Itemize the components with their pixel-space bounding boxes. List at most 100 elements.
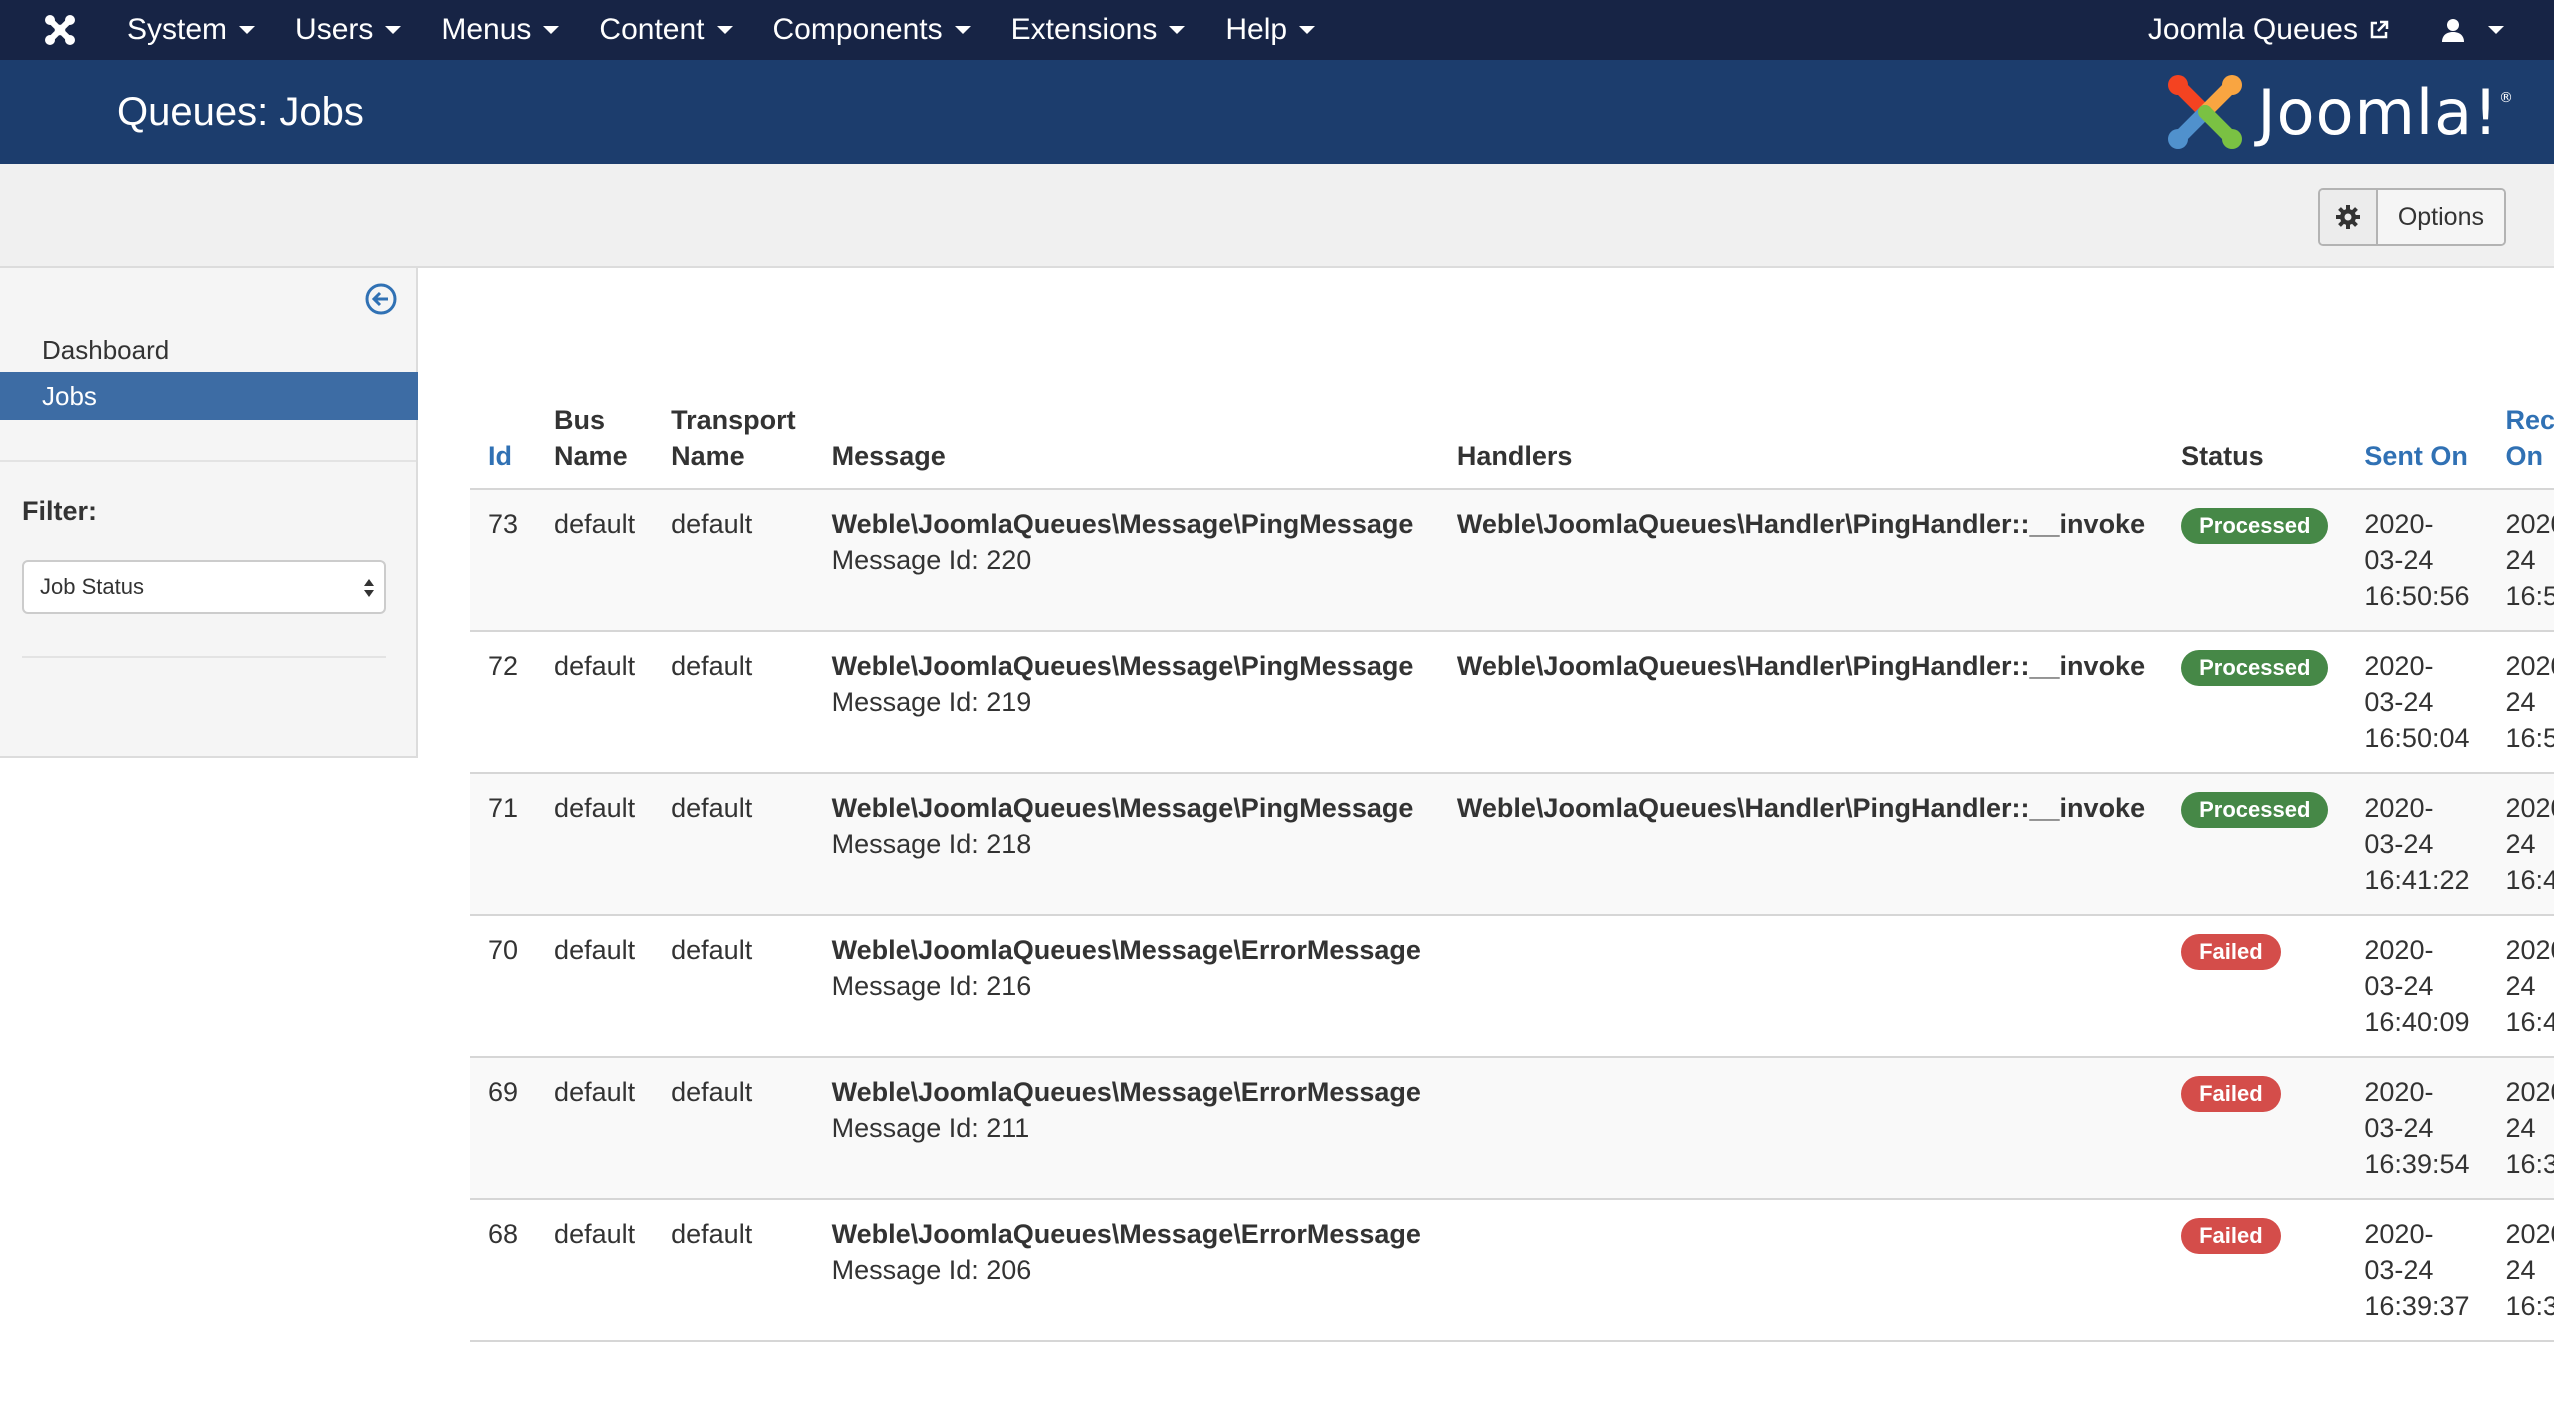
cell-bus: default [536,773,654,916]
cell-transport: default [653,773,814,916]
menu-help[interactable]: Help [1205,13,1335,47]
filter-label: Filter: [22,496,98,526]
cell-sent-on: 2020-03-24 16:39:54 [2346,1057,2488,1200]
message-class: Weble\JoomlaQueues\Message\ErrorMessage [831,1219,1421,1249]
cell-received-on: 2020-03-24 16:40:09 [2487,915,2554,1058]
message-class: Weble\JoomlaQueues\Message\ErrorMessage [831,935,1421,965]
cell-status: Failed [2163,1199,2347,1342]
cell-status: Processed [2163,631,2347,774]
site-link[interactable]: Joomla Queues [2148,13,2440,47]
column-header-id[interactable]: Id [470,390,537,490]
cell-received-on: 2020-03-24 16:39:54 [2487,1057,2554,1200]
cell-id: 71 [470,773,537,916]
message-class: Weble\JoomlaQueues\Message\PingMessage [831,651,1414,681]
cell-status: Failed [2163,915,2347,1058]
gear-icon [2319,190,2378,244]
sidebar-item-dashboard[interactable]: Dashboard [0,326,418,374]
cell-handler [1438,1199,2164,1342]
message-class: Weble\JoomlaQueues\Message\PingMessage [831,793,1414,823]
cell-sent-on: 2020-03-24 16:50:04 [2346,631,2488,774]
cell-received-on: 2020-03-24 16:50:04 [2487,631,2554,774]
message-id: Message Id: 211 [831,1113,1030,1143]
cell-status: Failed [2163,1057,2347,1200]
message-class: Weble\JoomlaQueues\Message\PingMessage [831,509,1414,539]
job-status-select-value: Job Status [40,574,144,599]
site-link-label: Joomla Queues [2147,13,2358,46]
joomla-logo-icon[interactable] [43,13,77,47]
message-id: Message Id: 220 [831,545,1032,575]
external-link-icon [2370,20,2389,39]
cell-message: Weble\JoomlaQueues\Message\ErrorMessage M… [813,1057,1439,1200]
cell-bus: default [536,1199,654,1342]
menu-content[interactable]: Content [579,13,752,47]
cell-received-on: 2020-03-24 16:39:37 [2487,1199,2554,1342]
cell-handler [1438,1057,2164,1200]
status-badge: Processed [2181,650,2329,686]
cell-handler: Weble\JoomlaQueues\Handler\PingHandler::… [1438,631,2164,774]
menu-components[interactable]: Components [753,13,991,47]
status-badge: Processed [2181,792,2329,828]
cell-transport: default [653,1057,814,1200]
column-header-sent-on[interactable]: Sent On [2346,390,2488,490]
column-header-bus-name: Bus Name [536,390,654,490]
sidebar-item-jobs[interactable]: Jobs [0,372,418,420]
cell-id: 72 [470,631,537,774]
message-id: Message Id: 219 [831,687,1032,717]
select-arrows-icon [364,579,374,597]
menu-label: Content [599,13,705,46]
table-row: 71 default default Weble\JoomlaQueues\Me… [470,773,2554,916]
options-label: Options [2377,190,2504,244]
cell-received-on: 2020-03-24 16:41:22 [2487,773,2554,916]
joomla-brand: Joomla!® [2163,70,2514,154]
caret-down-icon [1169,26,1186,34]
collapse-sidebar-icon[interactable] [364,282,398,316]
caret-down-icon [543,26,560,34]
brand-wordmark: Joomla!® [2257,75,2514,149]
cell-id: 69 [470,1057,537,1200]
cell-handler [1438,915,2164,1058]
message-id: Message Id: 216 [831,971,1032,1001]
message-id: Message Id: 218 [831,829,1032,859]
options-button[interactable]: Options [2317,188,2506,246]
menu-label: Users [295,13,374,46]
job-status-select[interactable]: Job Status [22,560,386,614]
caret-down-icon [954,26,971,34]
column-header-received-on[interactable]: Received On [2487,390,2554,490]
caret-down-icon [716,26,733,34]
user-icon [2442,19,2464,42]
table-row: 73 default default Weble\JoomlaQueues\Me… [470,489,2554,632]
cell-sent-on: 2020-03-24 16:40:09 [2346,915,2488,1058]
column-header-status: Status [2163,390,2347,490]
user-menu[interactable] [2440,17,2554,43]
cell-transport: default [653,631,814,774]
column-header-transport-name: Transport Name [653,390,814,490]
menu-users[interactable]: Users [275,13,421,47]
caret-down-icon [2488,26,2504,34]
table-row: 70 default default Weble\JoomlaQueues\Me… [470,915,2554,1058]
caret-down-icon [385,26,402,34]
message-class: Weble\JoomlaQueues\Message\ErrorMessage [831,1077,1421,1107]
cell-status: Processed [2163,489,2347,632]
jobs-table: Id Bus Name Transport Name Message Handl… [470,390,2554,1342]
cell-id: 73 [470,489,537,632]
brand-label: Joomla! [2257,75,2499,149]
cell-bus: default [536,631,654,774]
table-row: 69 default default Weble\JoomlaQueues\Me… [470,1057,2554,1200]
cell-handler: Weble\JoomlaQueues\Handler\PingHandler::… [1438,489,2164,632]
cell-message: Weble\JoomlaQueues\Message\ErrorMessage M… [813,1199,1439,1342]
status-badge: Processed [2181,508,2329,544]
jobs-table-container: Id Bus Name Transport Name Message Handl… [470,390,2554,1342]
sidebar: Dashboard Jobs Filter: Job Status [0,268,418,758]
main-menu: System Users Menus Content Components Ex… [107,13,1335,47]
cell-message: Weble\JoomlaQueues\Message\ErrorMessage M… [813,915,1439,1058]
menu-label: Menus [441,13,532,46]
menu-menus[interactable]: Menus [421,13,579,47]
table-row: 68 default default Weble\JoomlaQueues\Me… [470,1199,2554,1342]
menu-label: Components [772,13,943,46]
joomla-brand-logo-icon [2168,75,2243,149]
status-badge: Failed [2181,1218,2281,1254]
menu-system[interactable]: System [107,13,275,47]
cell-bus: default [536,489,654,632]
menu-label: Extensions [1010,13,1158,46]
menu-extensions[interactable]: Extensions [991,13,1206,47]
